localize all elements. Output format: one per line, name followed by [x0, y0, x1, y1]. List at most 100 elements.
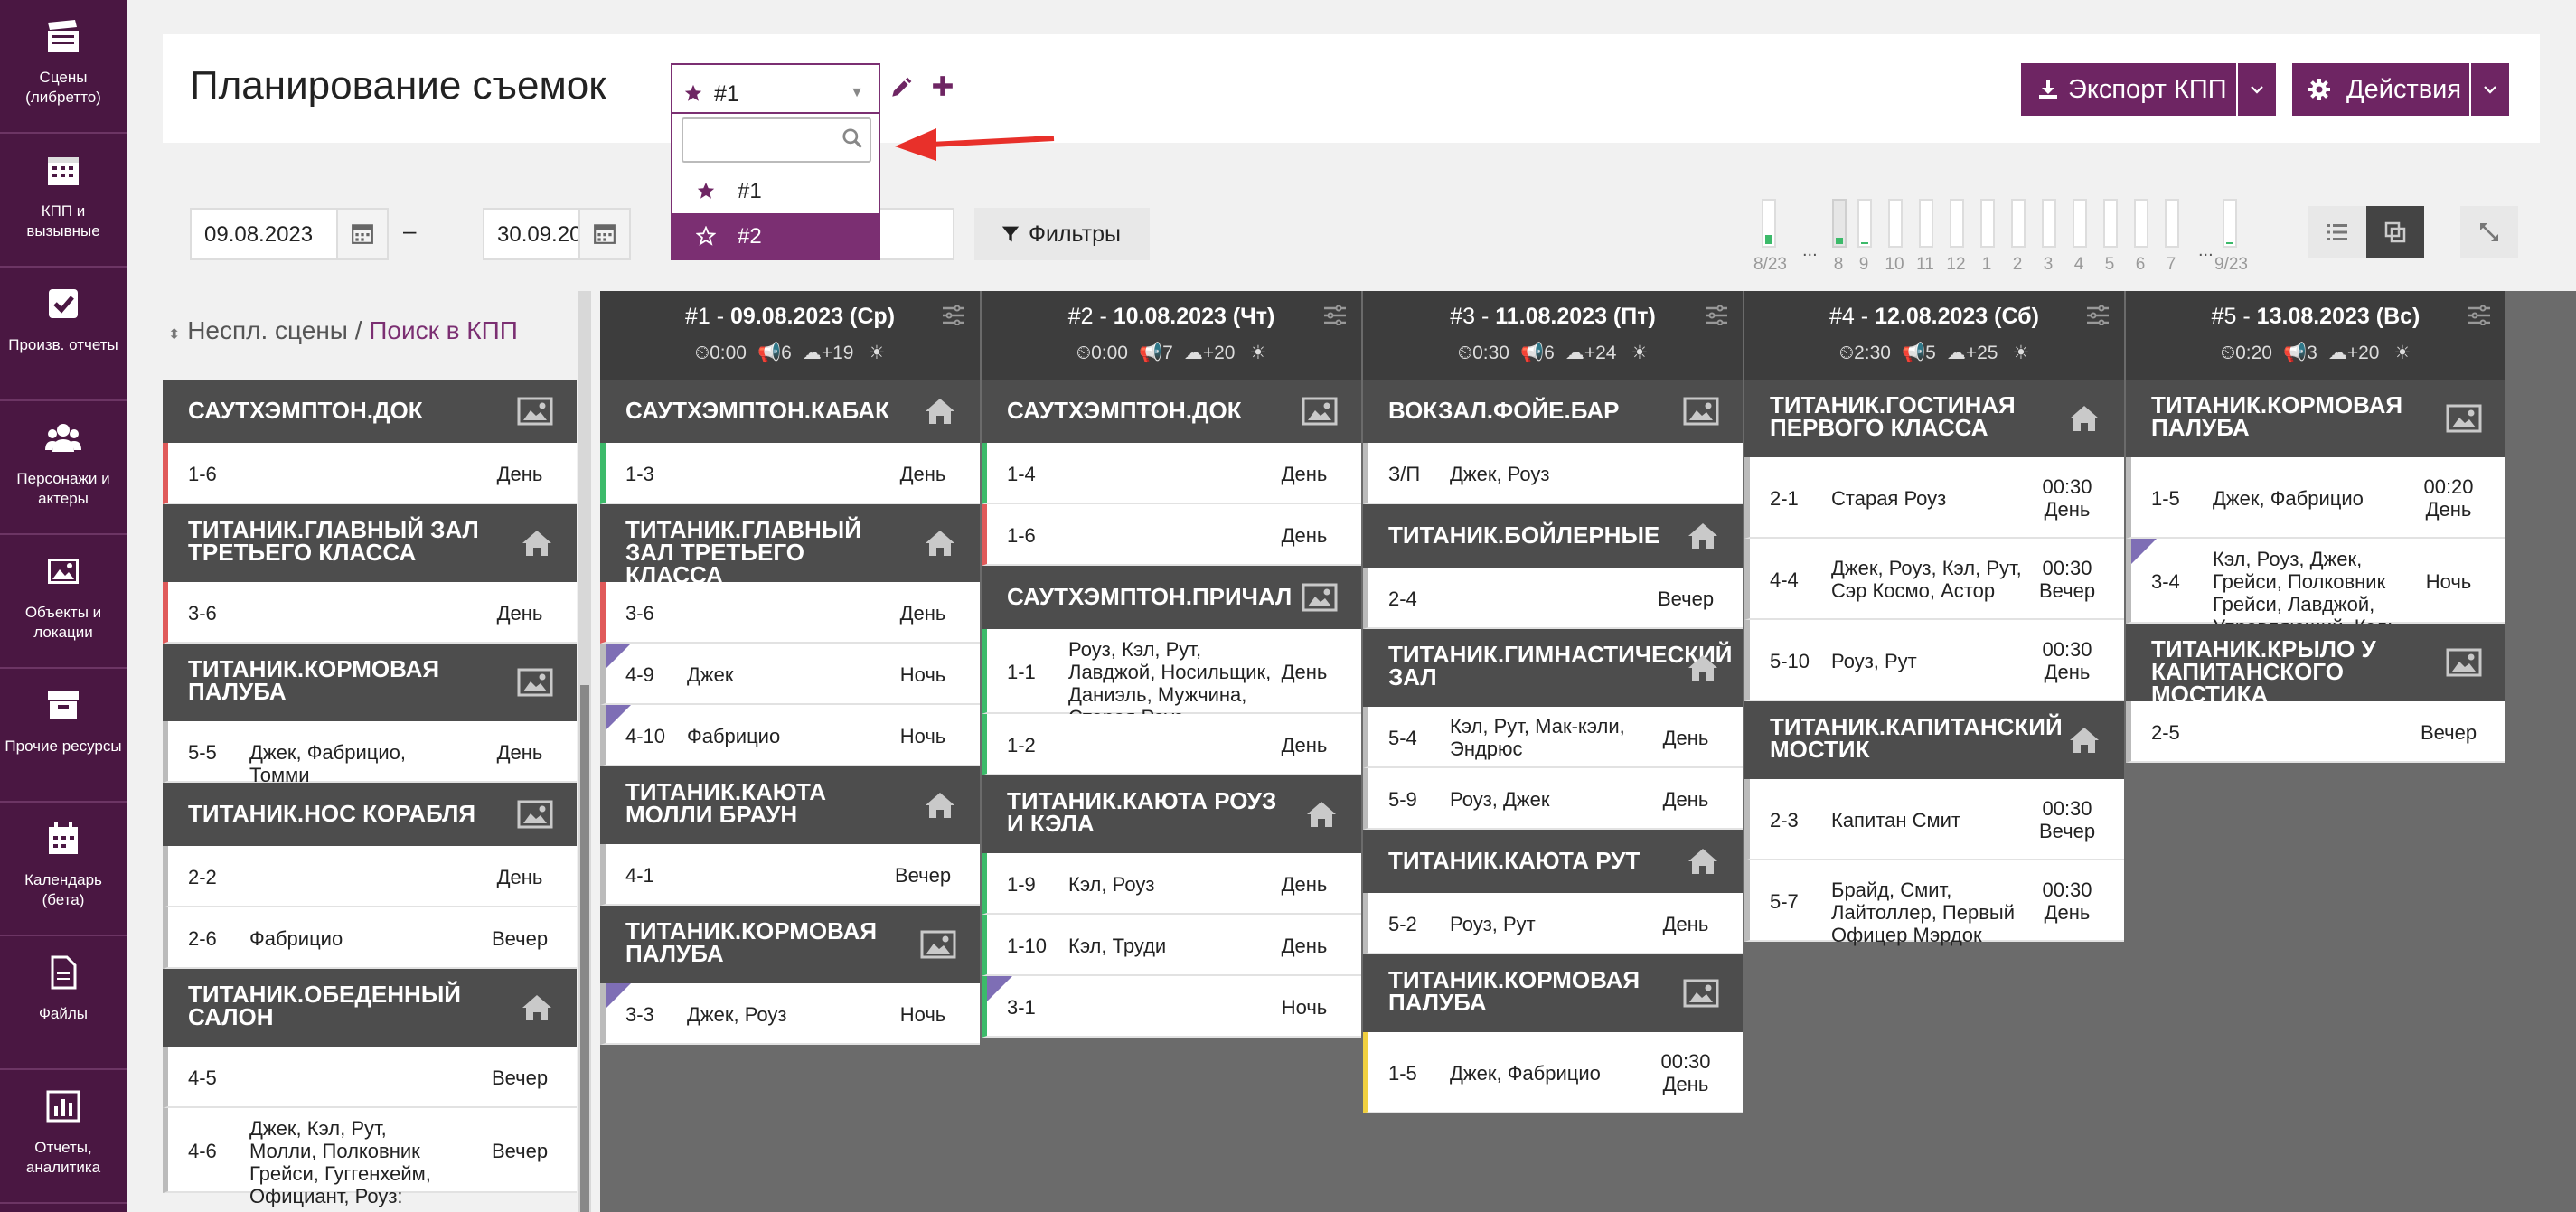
scene-row[interactable]: 2-3 Капитан Смит 00:30 Вечер [1744, 779, 2124, 860]
pencil-icon[interactable] [889, 76, 913, 99]
sidebar-item-calendar[interactable]: Календарь (бета) [0, 803, 127, 936]
actions-dropdown-toggle[interactable] [2471, 63, 2509, 116]
scene-row[interactable]: 1-4 День [982, 443, 1361, 504]
search-kpp-link[interactable]: Поиск в КПП [369, 316, 518, 344]
sidebar-item-resources[interactable]: Прочие ресурсы [0, 669, 127, 803]
sidebar-item-reports[interactable]: Произв. отчеты [0, 268, 127, 401]
location-header[interactable]: ВОКЗАЛ.ФОЙЕ.БАР [1363, 380, 1743, 443]
export-dropdown-toggle[interactable] [2238, 63, 2276, 116]
timeline-day[interactable]: 9/23 [2214, 188, 2248, 278]
sliders-icon[interactable] [1323, 305, 1347, 325]
plan-option-1[interactable]: #1 [672, 168, 879, 213]
sidebar-item-scenes[interactable]: Сцены (либретто) [0, 0, 127, 134]
scene-row[interactable]: 3-1 Ночь [982, 976, 1361, 1038]
scene-row[interactable]: 1-2 День [982, 714, 1361, 775]
scene-row[interactable]: 2-4 Вечер [1363, 568, 1743, 629]
timeline-day[interactable]: 12 [1941, 188, 1970, 278]
scene-row[interactable]: 5-5 Джек, Фабрицио, Томми День [163, 721, 577, 786]
date-from-picker[interactable] [336, 210, 387, 258]
scene-row[interactable]: 4-1 Вечер [600, 844, 980, 906]
export-kpp-button[interactable]: Экспорт КПП [2021, 63, 2236, 116]
scene-row[interactable]: 4-6 Джек, Кэл, Рут, Молли, Полковник Грей… [163, 1108, 577, 1207]
location-header[interactable]: ТИТАНИК.НОС КОРАБЛЯ [163, 783, 577, 846]
timeline-day[interactable]: 9 [1849, 188, 1878, 278]
timeline-day[interactable]: 11 [1911, 188, 1940, 278]
scene-row[interactable]: 4-9 Джек Ночь [600, 644, 980, 705]
scrollbar-thumb[interactable] [580, 685, 589, 1212]
list-view-button[interactable] [2308, 206, 2366, 258]
scene-row[interactable]: 2-6 Фабрицио Вечер [163, 907, 577, 969]
day-header[interactable]: #3 - 11.08.2023 (Пт) ⏲0:30 📢6 ☁+24 ☀ [1363, 291, 1743, 380]
sliders-icon[interactable] [942, 305, 965, 325]
timeline-day[interactable]: 6 [2126, 188, 2155, 278]
location-header[interactable]: ТИТАНИК.ГЛАВНЫЙ ЗАЛ ТРЕТЬЕГО КЛАССА [600, 504, 980, 587]
location-header[interactable]: ТИТАНИК.КАЮТА РОУЗ И КЭЛА [982, 775, 1361, 853]
location-header[interactable]: САУТХЭМПТОН.КАБАК [600, 380, 980, 443]
scene-row[interactable]: 5-2 Роуз, Рут День [1363, 893, 1743, 954]
timeline-day[interactable]: 1 [1972, 188, 2001, 278]
scene-row[interactable]: 4-4 Джек, Роуз, Кэл, Рут, Сэр Космо, Асто… [1744, 539, 2124, 620]
sliders-icon[interactable] [2468, 305, 2491, 325]
location-header[interactable]: ТИТАНИК.БОЙЛЕРНЫЕ [1363, 504, 1743, 568]
timeline-day[interactable]: 3 [2034, 188, 2063, 278]
day-header[interactable]: #5 - 13.08.2023 (Вс) ⏲0:20 📢3 ☁+20 ☀ [2126, 291, 2505, 380]
location-header[interactable]: ТИТАНИК.КАЮТА МОЛЛИ БРАУН [600, 766, 980, 844]
date-from-field[interactable]: 09.08.2023 [190, 208, 389, 260]
scene-row[interactable]: З/П Джек, Роуз [1363, 443, 1743, 504]
date-to-picker[interactable] [578, 210, 629, 258]
scene-row[interactable]: 1-10 Кэл, Труди День [982, 915, 1361, 976]
day-header[interactable]: #1 - 09.08.2023 (Ср) ⏲0:00 📢6 ☁+19 ☀ [600, 291, 980, 380]
location-header[interactable]: ТИТАНИК.КОРМОВАЯ ПАЛУБА [163, 644, 577, 721]
scene-row[interactable]: 2-5 Вечер [2126, 701, 2505, 763]
scene-row[interactable]: 5-4 Кэл, Рут, Мак-кэли, Эндрюс День [1363, 707, 1743, 768]
timeline-day[interactable]: 8/23 [1753, 188, 1787, 278]
scene-row[interactable]: 3-6 День [163, 582, 577, 644]
timeline-day[interactable]: 2 [2003, 188, 2032, 278]
location-header[interactable]: САУТХЭМПТОН.ПРИЧАЛ [982, 566, 1361, 629]
location-header[interactable]: ТИТАНИК.КРЫЛО У КАПИТАНСКОГО МОСТИКА [2126, 624, 2505, 706]
sliders-icon[interactable] [1705, 305, 1728, 325]
sidebar-item-objects[interactable]: Объекты и локации [0, 535, 127, 669]
timeline-day[interactable]: 10 [1880, 188, 1909, 278]
scene-row[interactable]: 5-10 Роуз, Рут 00:30 День [1744, 620, 2124, 701]
location-header[interactable]: ТИТАНИК.ОБЕДЕННЫЙ САЛОН [163, 969, 577, 1047]
scene-row[interactable]: 5-7 Брайд, Смит, Лайтоллер, Первый Офицер… [1744, 860, 2124, 946]
scene-row[interactable]: 2-2 День [163, 846, 577, 907]
scene-row[interactable]: 5-9 Роуз, Джек День [1363, 768, 1743, 830]
scene-row[interactable]: 3-3 Джек, Роуз Ночь [600, 983, 980, 1045]
scene-row[interactable]: 1-6 День [982, 504, 1361, 566]
timeline-day[interactable]: 7 [2157, 188, 2186, 278]
actions-button[interactable]: Действия [2292, 63, 2469, 116]
scene-row[interactable]: 1-5 Джек, Фабрицио 00:30 День [1363, 1032, 1743, 1113]
scene-row[interactable]: 2-1 Старая Роуз 00:30 День [1744, 457, 2124, 539]
expand-button[interactable] [2460, 206, 2518, 258]
location-header[interactable]: ТИТАНИК.КОРМОВАЯ ПАЛУБА [2126, 380, 2505, 457]
scene-row[interactable]: 4-10 Фабрицио Ночь [600, 705, 980, 766]
scene-row[interactable]: 1-6 День [163, 443, 577, 504]
location-header[interactable]: ТИТАНИК.КАЮТА РУТ [1363, 830, 1743, 893]
sidebar-item-characters[interactable]: Персонажи и актеры [0, 401, 127, 535]
sidebar-item-analytics[interactable]: Отчеты, аналитика [0, 1070, 127, 1204]
location-header[interactable]: ТИТАНИК.КАПИТАНСКИЙ МОСТИК [1744, 701, 2124, 779]
scene-row[interactable]: 1-9 Кэл, Роуз День [982, 853, 1361, 915]
timeline-day[interactable]: 5 [2095, 188, 2124, 278]
plan-option-2[interactable]: #2 [672, 213, 879, 258]
scene-row[interactable]: 3-4 Кэл, Роуз, Джек, Грейси, Полковник Гр… [2126, 539, 2505, 638]
scene-row[interactable]: 4-5 Вечер [163, 1047, 577, 1108]
day-header[interactable]: #2 - 10.08.2023 (Чт) ⏲0:00 📢7 ☁+20 ☀ [982, 291, 1361, 380]
location-header[interactable]: ТИТАНИК.КОРМОВАЯ ПАЛУБА [600, 906, 980, 983]
location-header[interactable]: ТИТАНИК.КОРМОВАЯ ПАЛУБА [1363, 954, 1743, 1032]
timeline-day[interactable]: 4 [2064, 188, 2093, 278]
scene-row[interactable]: 3-6 День [600, 582, 980, 644]
location-header[interactable]: САУТХЭМПТОН.ДОК [163, 380, 577, 443]
sidebar-item-kpp[interactable]: КПП и вызывные [0, 134, 127, 268]
board-view-button[interactable] [2366, 206, 2424, 258]
sidebar-item-files[interactable]: Файлы [0, 936, 127, 1070]
scene-row[interactable]: 1-1 Роуз, Кэл, Рут, Лавджой, Носильщик, Д… [982, 629, 1361, 728]
location-header[interactable]: ТИТАНИК.ГЛАВНЫЙ ЗАЛ ТРЕТЬЕГО КЛАССА [163, 504, 577, 582]
location-header[interactable]: САУТХЭМПТОН.ДОК [982, 380, 1361, 443]
filters-button[interactable]: Фильтры [974, 208, 1150, 260]
scene-row[interactable]: 1-5 Джек, Фабрицио 00:20 День [2126, 457, 2505, 539]
scene-search-input[interactable] [868, 208, 954, 260]
location-header[interactable]: ТИТАНИК.ГОСТИНАЯ ПЕРВОГО КЛАССА [1744, 380, 2124, 457]
